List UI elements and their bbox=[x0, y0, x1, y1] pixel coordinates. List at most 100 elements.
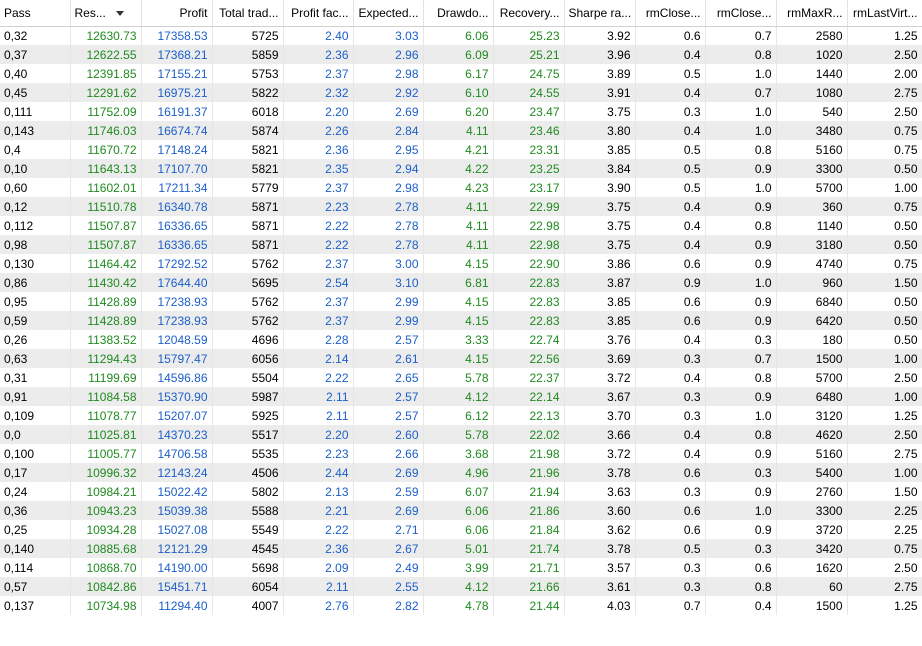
table-cell: 2.37 bbox=[283, 311, 354, 330]
table-cell: 3.66 bbox=[564, 425, 636, 444]
table-row[interactable]: 0,59 11428.89 17238.93 5762 2.37 2.99 4.15 22.8… bbox=[0, 311, 922, 330]
column-header-recovery-factor[interactable]: Recovery... bbox=[493, 0, 565, 27]
table-row[interactable]: 0,137 10734.98 11294.40 4007 2.76 2.82 4.78 21.… bbox=[0, 596, 922, 615]
table-cell: 1440 bbox=[776, 64, 848, 83]
table-row[interactable]: 0,57 10842.86 15451.71 6054 2.11 2.55 4.12 21.6… bbox=[0, 577, 922, 596]
table-cell: 1500 bbox=[776, 349, 848, 368]
column-header-sharpe-ratio[interactable]: Sharpe ra... bbox=[564, 0, 636, 27]
table-row[interactable]: 0,111 11752.09 16191.37 6018 2.20 2.69 6.20 23.… bbox=[0, 102, 922, 121]
table-cell: 0.5 bbox=[635, 539, 706, 558]
table-cell: 5695 bbox=[212, 273, 284, 292]
table-row[interactable]: 0,0 11025.81 14370.23 5517 2.20 2.60 5.78 22.02… bbox=[0, 425, 922, 444]
table-cell: 21.44 bbox=[493, 596, 565, 615]
table-row[interactable]: 0,26 11383.52 12048.59 4696 2.28 2.57 3.33 22.7… bbox=[0, 330, 922, 349]
column-header-rmclose-2[interactable]: rmClose... bbox=[705, 0, 777, 27]
table-cell: 4.11 bbox=[423, 197, 494, 216]
table-row[interactable]: 0,98 11507.87 16336.65 5871 2.22 2.78 4.11 22.9… bbox=[0, 235, 922, 254]
table-cell: 3.90 bbox=[564, 178, 636, 197]
table-cell: 960 bbox=[776, 273, 848, 292]
table-cell: 0.3 bbox=[635, 102, 706, 121]
table-cell: 10943.23 bbox=[70, 501, 142, 520]
table-cell: 11084.58 bbox=[70, 387, 142, 406]
pass-cell: 0,98 bbox=[0, 235, 71, 254]
table-cell: 540 bbox=[776, 102, 848, 121]
table-cell: 14190.00 bbox=[141, 558, 213, 577]
pass-cell: 0,0 bbox=[0, 425, 71, 444]
table-cell: 17211.34 bbox=[141, 178, 213, 197]
table-row[interactable]: 0,32 12630.73 17358.53 5725 2.40 3.03 6.06 25.2… bbox=[0, 26, 922, 45]
table-cell: 2.57 bbox=[353, 330, 424, 349]
table-cell: 2.28 bbox=[283, 330, 354, 349]
table-cell: 2.11 bbox=[283, 577, 354, 596]
table-cell: 0.50 bbox=[847, 216, 922, 235]
column-header-label: rmClose... bbox=[716, 5, 772, 20]
table-cell: 0.9 bbox=[705, 311, 777, 330]
table-row[interactable]: 0,63 11294.43 15797.47 6056 2.14 2.61 4.15 22.5… bbox=[0, 349, 922, 368]
table-cell: 5871 bbox=[212, 216, 284, 235]
table-row[interactable]: 0,112 11507.87 16336.65 5871 2.22 2.78 4.11 22.… bbox=[0, 216, 922, 235]
table-row[interactable]: 0,12 11510.78 16340.78 5871 2.23 2.78 4.11 22.9… bbox=[0, 197, 922, 216]
table-row[interactable]: 0,95 11428.89 17238.93 5762 2.37 2.99 4.15 22.8… bbox=[0, 292, 922, 311]
column-header-label: Drawdo... bbox=[437, 5, 489, 20]
table-cell: 23.47 bbox=[493, 102, 565, 121]
table-cell: 3.63 bbox=[564, 482, 636, 501]
column-header-label: rmClose... bbox=[645, 5, 701, 20]
table-cell: 5871 bbox=[212, 197, 284, 216]
table-cell: 14596.86 bbox=[141, 368, 213, 387]
table-row[interactable]: 0,100 11005.77 14706.58 5535 2.23 2.66 3.68 21.… bbox=[0, 444, 922, 463]
column-header-rmmaxr[interactable]: rmMaxR... bbox=[776, 0, 848, 27]
table-cell: 25.21 bbox=[493, 45, 565, 64]
column-header-expected-payoff[interactable]: Expected... bbox=[353, 0, 424, 27]
table-cell: 11464.42 bbox=[70, 254, 142, 273]
table-cell: 0.3 bbox=[705, 330, 777, 349]
table-cell: 0.6 bbox=[635, 463, 706, 482]
table-row[interactable]: 0,24 10984.21 15022.42 5802 2.13 2.59 6.07 21.9… bbox=[0, 482, 922, 501]
table-cell: 11507.87 bbox=[70, 216, 142, 235]
table-row[interactable]: 0,60 11602.01 17211.34 5779 2.37 2.98 4.23 23.1… bbox=[0, 178, 922, 197]
table-row[interactable]: 0,143 11746.03 16674.74 5874 2.26 2.84 4.11 23.… bbox=[0, 121, 922, 140]
table-row[interactable]: 0,4 11670.72 17148.24 5821 2.36 2.95 4.21 23.31… bbox=[0, 140, 922, 159]
table-row[interactable]: 0,17 10996.32 12143.24 4506 2.44 2.69 4.96 21.9… bbox=[0, 463, 922, 482]
table-row[interactable]: 0,130 11464.42 17292.52 5762 2.37 3.00 4.15 22.… bbox=[0, 254, 922, 273]
table-cell: 3.89 bbox=[564, 64, 636, 83]
table-cell: 5160 bbox=[776, 140, 848, 159]
table-cell: 4.23 bbox=[423, 178, 494, 197]
table-row[interactable]: 0,140 10885.68 12121.29 4545 2.36 2.67 5.01 21.… bbox=[0, 539, 922, 558]
column-header-drawdown[interactable]: Drawdo... bbox=[423, 0, 494, 27]
column-header-profit-factor[interactable]: Profit fac... bbox=[283, 0, 354, 27]
table-cell: 2760 bbox=[776, 482, 848, 501]
table-cell: 180 bbox=[776, 330, 848, 349]
table-cell: 2.11 bbox=[283, 387, 354, 406]
table-row[interactable]: 0,91 11084.58 15370.90 5987 2.11 2.57 4.12 22.1… bbox=[0, 387, 922, 406]
table-row[interactable]: 0,109 11078.77 15207.07 5925 2.11 2.57 6.12 22.… bbox=[0, 406, 922, 425]
table-cell: 1500 bbox=[776, 596, 848, 615]
table-row[interactable]: 0,40 12391.85 17155.21 5753 2.37 2.98 6.17 24.7… bbox=[0, 64, 922, 83]
table-row[interactable]: 0,25 10934.28 15027.08 5549 2.22 2.71 6.06 21.8… bbox=[0, 520, 922, 539]
table-cell: 4.15 bbox=[423, 311, 494, 330]
table-cell: 0.7 bbox=[635, 596, 706, 615]
table-cell: 17358.53 bbox=[141, 26, 213, 45]
table-row[interactable]: 0,31 11199.69 14596.86 5504 2.22 2.65 5.78 22.3… bbox=[0, 368, 922, 387]
pass-cell: 0,112 bbox=[0, 216, 71, 235]
table-cell: 0.4 bbox=[635, 216, 706, 235]
table-row[interactable]: 0,45 12291.62 16975.21 5822 2.32 2.92 6.10 24.5… bbox=[0, 83, 922, 102]
table-cell: 4.78 bbox=[423, 596, 494, 615]
table-row[interactable]: 0,37 12622.55 17368.21 5859 2.36 2.96 6.09 25.2… bbox=[0, 45, 922, 64]
table-cell: 2.37 bbox=[283, 178, 354, 197]
column-header-total-trades[interactable]: Total trad... bbox=[212, 0, 284, 27]
column-header-rmclose-1[interactable]: rmClose... bbox=[635, 0, 706, 27]
table-cell: 4.15 bbox=[423, 292, 494, 311]
table-row[interactable]: 0,86 11430.42 17644.40 5695 2.54 3.10 6.81 22.8… bbox=[0, 273, 922, 292]
column-header-profit[interactable]: Profit bbox=[141, 0, 213, 27]
table-cell: 1620 bbox=[776, 558, 848, 577]
column-header-pass[interactable]: Pass bbox=[0, 0, 71, 27]
table-cell: 17292.52 bbox=[141, 254, 213, 273]
column-header-rmlastvirt[interactable]: rmLastVirt... bbox=[847, 0, 922, 27]
column-header-label: Res... bbox=[74, 5, 106, 20]
table-cell: 0.6 bbox=[635, 254, 706, 273]
table-row[interactable]: 0,36 10943.23 15039.38 5588 2.21 2.69 6.06 21.8… bbox=[0, 501, 922, 520]
table-row[interactable]: 0,10 11643.13 17107.70 5821 2.35 2.94 4.22 23.2… bbox=[0, 159, 922, 178]
column-header-result[interactable]: Res... bbox=[70, 0, 142, 27]
table-cell: 5987 bbox=[212, 387, 284, 406]
table-row[interactable]: 0,114 10868.70 14190.00 5698 2.09 2.49 3.99 21.… bbox=[0, 558, 922, 577]
